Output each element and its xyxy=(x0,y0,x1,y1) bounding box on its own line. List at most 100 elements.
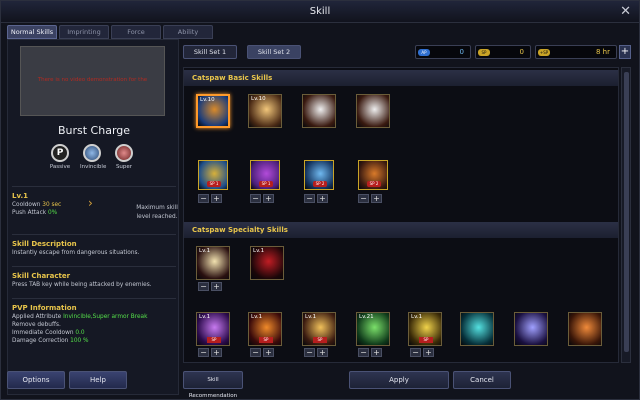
max-level-text: Maximum skill level reached. xyxy=(132,204,182,222)
increase-level-button[interactable]: + xyxy=(211,282,222,291)
skill-modifier-icon[interactable]: SP 2 xyxy=(304,160,334,190)
decrease-level-button[interactable]: − xyxy=(198,194,209,203)
pvp-damage-value: 100 % xyxy=(70,338,89,344)
options-button[interactable]: Options xyxy=(7,371,65,389)
decrease-level-button[interactable]: − xyxy=(250,194,261,203)
increase-level-button[interactable]: + xyxy=(317,194,328,203)
increase-level-button[interactable]: + xyxy=(211,194,222,203)
increase-level-button[interactable]: + xyxy=(423,348,434,357)
ap-value: 0 xyxy=(459,48,464,56)
push-attack-value: 0% xyxy=(47,210,58,216)
scrollbar[interactable] xyxy=(621,67,631,363)
window-title: Skill xyxy=(309,6,331,17)
push-attack-label: Push Attack xyxy=(12,210,47,216)
tab-force[interactable]: Force xyxy=(111,25,161,39)
skill-level-label: Lv.1 xyxy=(251,314,263,320)
divider xyxy=(12,186,176,187)
pvp-cooldown-row: Immediate Cooldown 0.0 xyxy=(12,330,176,336)
decrease-level-button[interactable]: − xyxy=(198,348,209,357)
skill-recommendation-button[interactable]: Skill Recommendation xyxy=(183,371,243,399)
skill-icon[interactable] xyxy=(302,94,336,128)
increase-level-button[interactable]: + xyxy=(317,348,328,357)
skill-set-2-button[interactable]: Skill Set 2 xyxy=(247,45,301,59)
attribute-super: Super xyxy=(112,144,136,170)
increase-level-button[interactable]: + xyxy=(263,348,274,357)
skill-icon[interactable] xyxy=(356,94,390,128)
increase-level-button[interactable]: + xyxy=(263,194,274,203)
attribute-invincible: Invincible xyxy=(80,144,106,170)
skill-icon[interactable] xyxy=(460,312,494,346)
skill-icon[interactable]: Lv.1 SP xyxy=(408,312,442,346)
skill-modifier-icon[interactable]: SP 2 xyxy=(358,160,388,190)
level-stepper: − + xyxy=(358,348,382,357)
skill-icon[interactable]: Lv.1 SP xyxy=(196,312,230,346)
add-sp-button[interactable]: + xyxy=(619,45,631,59)
sp-value: 0 xyxy=(519,48,524,56)
skill-grid-panel: Catspaw Basic Skills Catspaw Specialty S… xyxy=(183,67,619,363)
close-icon[interactable]: ✕ xyxy=(620,4,631,19)
sp-badge-icon: SP xyxy=(478,49,490,56)
sp-cost-badge: SP xyxy=(313,337,327,343)
scrollbar-thumb[interactable] xyxy=(624,72,629,352)
skill-window: Skill ✕ Normal Skills Imprinting Force A… xyxy=(0,0,640,400)
skill-description-text: Instantly escape from dangerous situatio… xyxy=(12,250,140,256)
skill-icon[interactable]: Lv.1 SP xyxy=(248,312,282,346)
skill-description-header: Skill Description xyxy=(12,240,77,248)
level-stepper: − + xyxy=(358,194,382,203)
cancel-button[interactable]: Cancel xyxy=(453,371,511,389)
skill-icon[interactable]: Lv.1 SP xyxy=(302,312,336,346)
skill-level-label: Lv.21 xyxy=(359,314,374,320)
pvp-damage-row: Damage Correction 100 % xyxy=(12,338,176,344)
tab-ability[interactable]: Ability xyxy=(163,25,213,39)
pvp-applied-row: Applied Attribute Invincible,Super armor… xyxy=(12,314,176,320)
skill-modifier-icon[interactable]: SP 1 xyxy=(250,160,280,190)
skill-icon[interactable] xyxy=(568,312,602,346)
skill-icon[interactable]: Lv.1 xyxy=(196,246,230,280)
decrease-level-button[interactable]: − xyxy=(198,282,209,291)
sp-cost-badge: SP xyxy=(259,337,273,343)
increase-level-button[interactable]: + xyxy=(371,348,382,357)
sp-timer: +SP 8 hr xyxy=(535,45,617,59)
super-icon xyxy=(115,144,133,162)
increase-level-button[interactable]: + xyxy=(211,348,222,357)
skill-icon[interactable]: Lv.21 xyxy=(356,312,390,346)
pvp-information-header: PVP Information xyxy=(12,304,77,312)
decrease-level-button[interactable]: − xyxy=(250,348,261,357)
ap-badge-icon: AP xyxy=(418,49,430,56)
apply-button[interactable]: Apply xyxy=(349,371,449,389)
pvp-cooldown-label: Immediate Cooldown xyxy=(12,330,74,336)
skill-icon[interactable]: Lv.10 xyxy=(248,94,282,128)
increase-level-button[interactable]: + xyxy=(371,194,382,203)
tab-normal-skills[interactable]: Normal Skills xyxy=(7,25,57,39)
decrease-level-button[interactable]: − xyxy=(304,348,315,357)
decrease-level-button[interactable]: − xyxy=(410,348,421,357)
attribute-label: Super xyxy=(115,164,133,170)
level-stepper: − + xyxy=(304,348,328,357)
divider xyxy=(12,266,176,267)
skill-modifier-icon[interactable]: SP 1 xyxy=(198,160,228,190)
skill-set-1-button[interactable]: Skill Set 1 xyxy=(183,45,237,59)
skill-icon[interactable]: Lv.10 xyxy=(196,94,230,128)
sp-counter: SP 0 xyxy=(475,45,531,59)
next-level-arrow-icon[interactable]: › xyxy=(88,196,93,210)
decrease-level-button[interactable]: − xyxy=(304,194,315,203)
pvp-information-section: PVP Information Applied Attribute Invinc… xyxy=(12,304,176,344)
video-demo-text: There is no video demonstration for the xyxy=(37,77,148,83)
max-level-line-2: level reached. xyxy=(136,214,178,220)
sp-cost-badge: SP 1 xyxy=(207,181,221,187)
skill-character-text: Press TAB key while being attacked by en… xyxy=(12,282,152,288)
level-stepper: − + xyxy=(250,194,274,203)
skill-attributes: P Passive Invincible Super xyxy=(48,144,136,170)
basic-skills-header: Catspaw Basic Skills xyxy=(184,70,618,86)
help-button[interactable]: Help xyxy=(69,371,127,389)
skill-tabs: Normal Skills Imprinting Force Ability xyxy=(7,25,213,39)
invincible-icon xyxy=(83,144,101,162)
tab-imprinting[interactable]: Imprinting xyxy=(59,25,109,39)
skill-icon[interactable]: Lv.1 xyxy=(250,246,284,280)
decrease-level-button[interactable]: − xyxy=(358,348,369,357)
level-stepper: − + xyxy=(250,348,274,357)
decrease-level-button[interactable]: − xyxy=(358,194,369,203)
skill-icon[interactable] xyxy=(514,312,548,346)
skill-level-label: Lv.10 xyxy=(251,96,266,102)
skill-character-header: Skill Character xyxy=(12,272,71,280)
